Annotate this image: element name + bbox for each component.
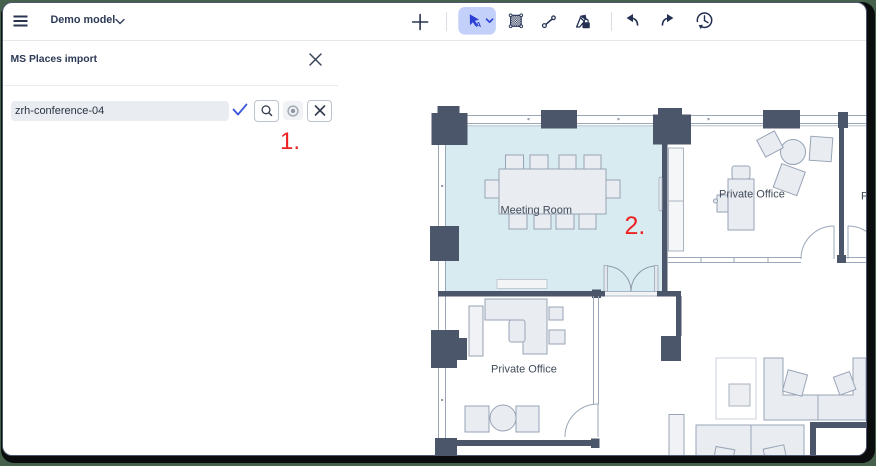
svg-text:Meeting Room: Meeting Room bbox=[500, 205, 572, 217]
svg-text:Pr: Pr bbox=[861, 191, 868, 203]
svg-text:Private Office: Private Office bbox=[719, 189, 785, 201]
svg-text:A: A bbox=[475, 20, 481, 29]
svg-text:Private Office: Private Office bbox=[491, 364, 557, 376]
